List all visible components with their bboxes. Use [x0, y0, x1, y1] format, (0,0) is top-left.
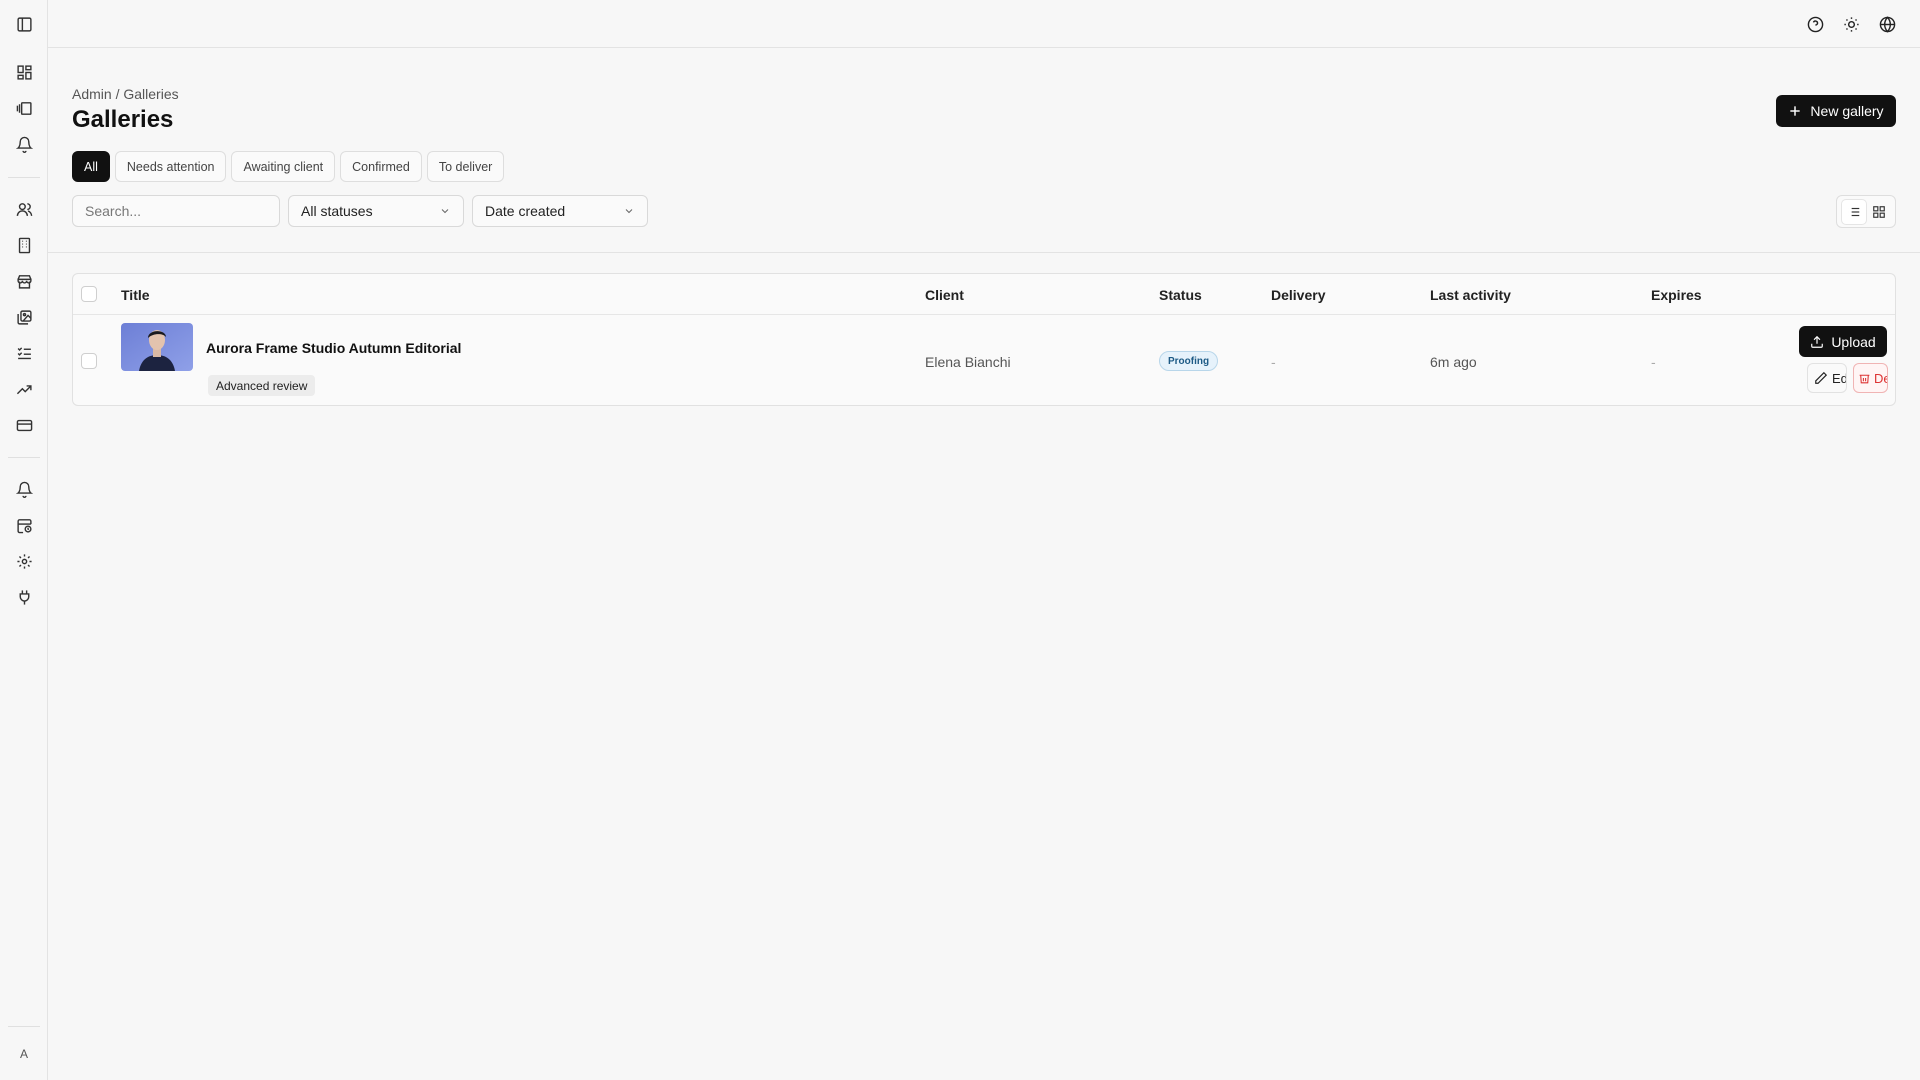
breadcrumb: Admin / Galleries — [72, 86, 179, 102]
sun-icon[interactable] — [1840, 13, 1862, 35]
grid-view-icon[interactable] — [1867, 200, 1891, 224]
images-icon[interactable] — [13, 306, 35, 328]
status-select[interactable]: All statuses — [288, 195, 464, 227]
upload-icon — [1811, 335, 1824, 348]
delivery-cell: - — [1271, 354, 1276, 370]
row-checkbox[interactable] — [81, 353, 97, 369]
column-client[interactable]: Client — [925, 287, 964, 303]
column-expires[interactable]: Expires — [1651, 287, 1702, 303]
expires-cell: - — [1651, 354, 1656, 370]
users-icon[interactable] — [13, 198, 35, 220]
tab-confirmed[interactable]: Confirmed — [340, 151, 422, 182]
delete-label: Delete — [1874, 370, 1887, 386]
help-icon[interactable] — [1804, 13, 1826, 35]
new-gallery-button[interactable]: New gallery — [1776, 95, 1896, 127]
status-badge: Proofing — [1159, 351, 1219, 371]
client-cell: Elena Bianchi — [925, 354, 1011, 370]
calendar-clock-icon[interactable] — [13, 514, 35, 536]
trash-icon — [1859, 374, 1870, 383]
avatar[interactable]: A — [12, 1042, 36, 1066]
sidebar-divider — [8, 457, 40, 458]
topbar — [48, 0, 1920, 48]
sort-select-value: Date created — [485, 203, 566, 219]
galleries-icon[interactable] — [13, 97, 35, 119]
tab-to-deliver[interactable]: To deliver — [426, 151, 505, 182]
sort-select[interactable]: Date created — [472, 195, 648, 227]
alarm-icon[interactable] — [13, 478, 35, 500]
pencil-icon — [1815, 371, 1828, 384]
card-icon[interactable] — [13, 414, 35, 436]
section-divider — [48, 252, 1920, 253]
new-gallery-label: New gallery — [1810, 103, 1884, 119]
building-icon[interactable] — [13, 234, 35, 256]
sidebar-divider — [8, 177, 40, 178]
alarm-icon[interactable] — [13, 133, 35, 155]
view-toggle — [1836, 195, 1896, 228]
breadcrumb-admin[interactable]: Admin — [72, 86, 112, 102]
breadcrumb-separator: / — [115, 86, 120, 102]
table-header: Title Client Status Delivery Last activi… — [73, 274, 1895, 315]
tab-all[interactable]: All — [72, 151, 110, 182]
trending-icon[interactable] — [13, 378, 35, 400]
column-status[interactable]: Status — [1159, 287, 1202, 303]
edit-label: Edit — [1832, 370, 1847, 386]
galleries-table: Title Client Status Delivery Last activi… — [72, 273, 1896, 406]
status-tabs: All Needs attention Awaiting client Conf… — [72, 151, 505, 182]
sidebar-toggle-icon[interactable] — [13, 13, 35, 35]
store-icon[interactable] — [13, 270, 35, 292]
column-last-activity[interactable]: Last activity — [1430, 287, 1511, 303]
checklist-icon[interactable] — [13, 342, 35, 364]
column-title[interactable]: Title — [121, 287, 150, 303]
plug-icon[interactable] — [13, 586, 35, 608]
select-all-checkbox[interactable] — [81, 286, 97, 302]
chevron-down-icon — [625, 209, 633, 214]
globe-icon[interactable] — [1876, 13, 1898, 35]
tab-awaiting-client[interactable]: Awaiting client — [231, 151, 336, 182]
status-select-value: All statuses — [301, 203, 373, 219]
list-view-icon[interactable] — [1841, 199, 1866, 224]
column-delivery[interactable]: Delivery — [1271, 287, 1325, 303]
page-title: Galleries — [72, 106, 174, 133]
last-activity-cell: 6m ago — [1430, 354, 1477, 370]
sidebar-divider — [8, 1026, 40, 1027]
upload-label: Upload — [1831, 333, 1876, 350]
gallery-title[interactable]: Aurora Frame Studio Autumn Editorial — [206, 340, 461, 356]
sidebar: A — [0, 0, 48, 1080]
delete-button[interactable]: Delete — [1853, 363, 1888, 393]
gallery-thumbnail[interactable] — [121, 323, 193, 371]
tab-needs-attention[interactable]: Needs attention — [114, 151, 227, 182]
breadcrumb-current: Galleries — [123, 86, 179, 102]
chevron-down-icon — [441, 209, 449, 214]
dashboard-icon[interactable] — [13, 61, 35, 83]
edit-button[interactable]: Edit — [1807, 363, 1847, 393]
search-input[interactable] — [72, 195, 280, 227]
plus-icon — [1790, 106, 1801, 116]
gear-icon[interactable] — [13, 550, 35, 572]
upload-button[interactable]: Upload — [1799, 326, 1887, 357]
gallery-tag: Advanced review — [208, 375, 316, 396]
